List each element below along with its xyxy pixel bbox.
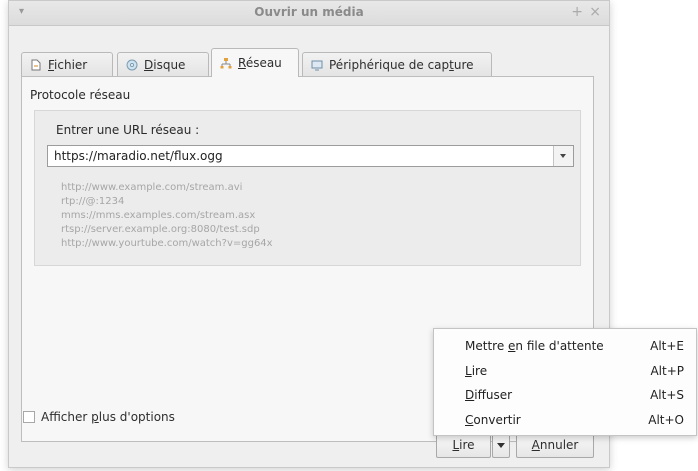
tab-disque[interactable]: Disque: [117, 52, 209, 76]
label-part: lus d'options: [98, 410, 175, 424]
label-part: iffuser: [474, 388, 513, 402]
url-example: http://www.example.com/stream.avi: [61, 182, 243, 193]
network-icon: [220, 57, 232, 69]
more-options-checkbox[interactable]: [23, 411, 35, 423]
menu-item-shortcut: Alt+E: [650, 339, 684, 353]
tab-reseau[interactable]: Réseau: [211, 48, 299, 77]
tab-label-part: éseau: [245, 56, 282, 70]
tab-label-part: isque: [153, 57, 186, 72]
url-example: http://www.yourtube.com/watch?v=gg64x: [61, 238, 273, 249]
menu-item-stream[interactable]: Diffuser Alt+S: [434, 384, 696, 406]
menu-item-shortcut: Alt+S: [650, 388, 684, 402]
tab-label-mnemonic: D: [144, 57, 154, 72]
menu-item-convert[interactable]: Convertir Alt+O: [434, 409, 696, 431]
tab-label-part: ichier: [54, 57, 88, 72]
menu-item-shortcut: Alt+P: [650, 364, 684, 378]
label-part: ire: [459, 438, 475, 452]
tab-label-part: ure: [453, 57, 474, 72]
url-input[interactable]: [48, 146, 553, 166]
label-mnemonic: p: [91, 410, 99, 424]
url-example: rtp://@:1234: [61, 196, 125, 207]
file-icon: [30, 59, 42, 71]
url-example: rtsp://server.example.org:8080/test.sdp: [61, 224, 260, 235]
tab-label-mnemonic: R: [238, 56, 246, 70]
menu-item-label: Mettre en file d'attente: [465, 339, 604, 353]
menu-item-label: Lire: [465, 364, 487, 378]
play-options-menu: Mettre en file d'attente Alt+E Lire Alt+…: [433, 328, 697, 436]
tab-label-part: Périphérique de cap: [329, 57, 450, 72]
tab-fichier[interactable]: Fichier: [21, 52, 113, 76]
label-mnemonic: A: [531, 438, 540, 452]
menu-item-play[interactable]: Lire Alt+P: [434, 360, 696, 382]
label-part: Mettre: [465, 339, 509, 353]
window-title: Ouvrir un média: [254, 5, 364, 19]
more-options-label: Afficher plus d'options: [41, 410, 175, 424]
menu-item-label: Convertir: [465, 413, 521, 427]
label-mnemonic: L: [465, 364, 472, 378]
label-mnemonic: D: [465, 388, 475, 402]
menu-item-label: Diffuser: [465, 388, 512, 402]
url-examples: http://www.example.com/stream.avi rtp://…: [61, 181, 273, 251]
label-part: ire: [471, 364, 488, 378]
label-part: nnuler: [539, 438, 579, 452]
title-bar: ▾ Ouvrir un média + ×: [9, 1, 609, 26]
menu-item-shortcut: Alt+O: [648, 413, 684, 427]
label-part: onvertir: [473, 413, 521, 427]
url-combobox[interactable]: [47, 145, 574, 167]
label-part: n file d'attente: [515, 339, 604, 353]
network-protocol-label: Protocole réseau: [30, 88, 131, 102]
tab-peripherique-de-capture[interactable]: Périphérique de capture: [302, 52, 492, 76]
menu-item-enqueue[interactable]: Mettre en file d'attente Alt+E: [434, 335, 696, 357]
close-icon[interactable]: ×: [589, 4, 601, 20]
url-example: mms://mms.examples.com/stream.asx: [61, 210, 256, 221]
url-history-dropdown-button[interactable]: [553, 146, 573, 166]
capture-device-icon: [311, 59, 323, 71]
label-part: Afficher: [41, 410, 92, 424]
disc-icon: [126, 59, 138, 71]
maximize-icon[interactable]: +: [571, 4, 583, 20]
url-label: Entrer une URL réseau :: [56, 123, 200, 137]
network-protocol-group: Entrer une URL réseau : http://www.examp…: [34, 110, 581, 266]
more-options-row[interactable]: Afficher plus d'options: [23, 410, 175, 424]
